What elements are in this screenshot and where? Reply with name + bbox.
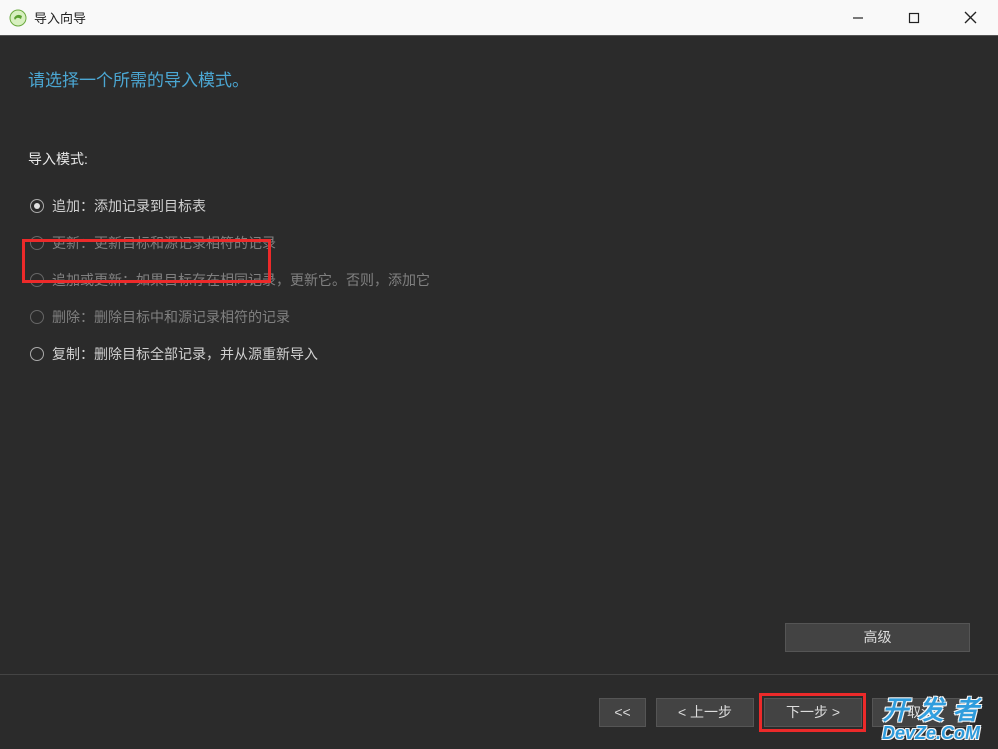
- radio-update: 更新：更新目标和源记录相符的记录: [30, 224, 970, 261]
- radio-delete: 删除：删除目标中和源记录相符的记录: [30, 298, 970, 335]
- close-button[interactable]: [942, 0, 998, 35]
- radio-icon: [30, 199, 44, 213]
- radio-label: 复制：删除目标全部记录，并从源重新导入: [52, 347, 318, 361]
- window-title: 导入向导: [34, 8, 86, 27]
- radio-icon: [30, 236, 44, 250]
- page-heading: 请选择一个所需的导入模式。: [28, 66, 970, 91]
- radio-label: 更新：更新目标和源记录相符的记录: [52, 236, 276, 250]
- radio-copy[interactable]: 复制：删除目标全部记录，并从源重新导入: [30, 335, 970, 372]
- next-button[interactable]: 下一步 >: [764, 698, 862, 727]
- radio-label: 删除：删除目标中和源记录相符的记录: [52, 310, 290, 324]
- first-button[interactable]: <<: [599, 698, 646, 727]
- radio-icon: [30, 273, 44, 287]
- maximize-button[interactable]: [886, 0, 942, 35]
- radio-label: 追加或更新：如果目标存在相同记录，更新它。否则，添加它: [52, 273, 430, 287]
- advanced-button[interactable]: 高级: [785, 623, 970, 652]
- cancel-button[interactable]: 取消: [872, 698, 970, 727]
- mode-label: 导入模式:: [28, 149, 970, 169]
- radio-label: 追加：添加记录到目标表: [52, 199, 206, 213]
- radio-append-or-update: 追加或更新：如果目标存在相同记录，更新它。否则，添加它: [30, 261, 970, 298]
- prev-button[interactable]: < 上一步: [656, 698, 754, 727]
- radio-append[interactable]: 追加：添加记录到目标表: [30, 187, 970, 224]
- radio-icon: [30, 310, 44, 324]
- minimize-button[interactable]: [830, 0, 886, 35]
- radio-icon: [30, 347, 44, 361]
- window-controls: [830, 0, 998, 35]
- app-icon: [8, 8, 28, 28]
- titlebar: 导入向导: [0, 0, 998, 36]
- import-mode-group: 追加：添加记录到目标表 更新：更新目标和源记录相符的记录 追加或更新：如果目标存…: [28, 187, 970, 372]
- content-area: 请选择一个所需的导入模式。 导入模式: 追加：添加记录到目标表 更新：更新目标和…: [0, 36, 998, 674]
- footer: << < 上一步 下一步 > 取消: [0, 674, 998, 749]
